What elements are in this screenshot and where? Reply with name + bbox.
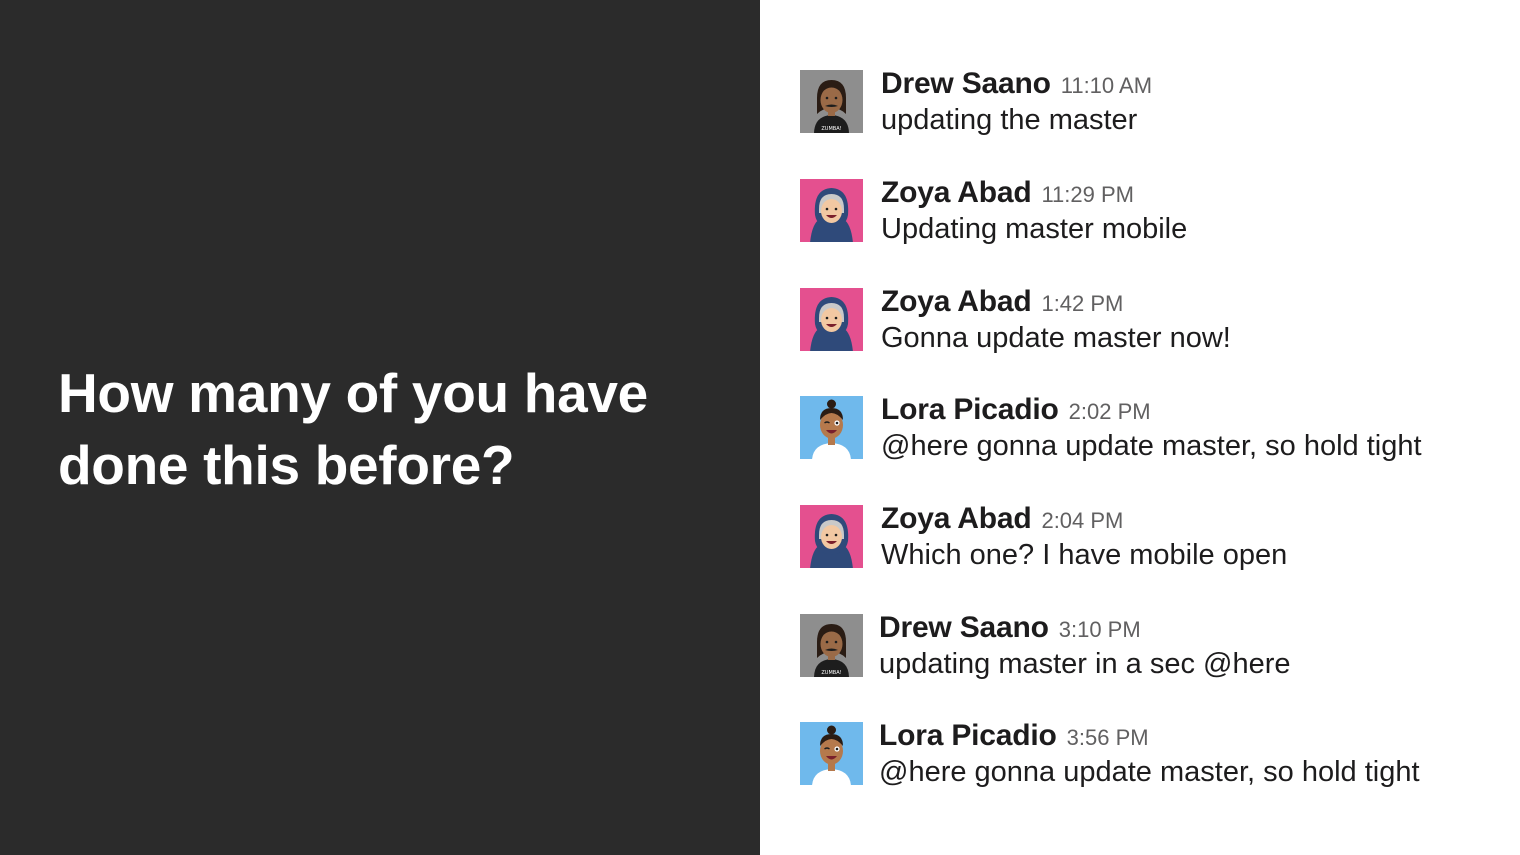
author-name[interactable]: Drew Saano xyxy=(881,67,1051,100)
timestamp[interactable]: 2:02 PM xyxy=(1069,399,1151,424)
zoya-avatar[interactable] xyxy=(800,505,863,568)
message-header: Lora Picadio 2:02 PM xyxy=(881,392,1151,433)
message-header: Zoya Abad 2:04 PM xyxy=(881,501,1123,542)
zoya-avatar[interactable] xyxy=(800,179,863,242)
drew-avatar[interactable]: ZUMBA! xyxy=(800,70,863,133)
author-name[interactable]: Lora Picadio xyxy=(881,393,1059,426)
author-name[interactable]: Zoya Abad xyxy=(881,285,1032,318)
message-text: @here gonna update master, so hold tight xyxy=(881,430,1422,462)
timestamp[interactable]: 2:04 PM xyxy=(1041,508,1123,533)
message-header: Drew Saano 11:10 AM xyxy=(881,66,1152,107)
author-name[interactable]: Lora Picadio xyxy=(879,719,1057,752)
message-item: ZUMBA! Drew Saano 11:10 AM updating the m… xyxy=(800,67,1505,140)
headline-line-2: done this before? xyxy=(58,434,515,496)
timestamp[interactable]: 1:42 PM xyxy=(1041,291,1123,316)
message-item: Lora Picadio 2:02 PM @here gonna update m… xyxy=(800,393,1505,466)
message-text: Which one? I have mobile open xyxy=(881,539,1288,571)
message-header: Zoya Abad 11:29 PM xyxy=(881,175,1134,216)
drew-avatar-icon: ZUMBA! xyxy=(800,614,863,677)
lora-avatar[interactable] xyxy=(800,722,863,785)
message-text: Updating master mobile xyxy=(881,213,1188,245)
timestamp[interactable]: 11:29 PM xyxy=(1041,182,1134,207)
author-name[interactable]: Zoya Abad xyxy=(881,502,1032,535)
message-header: Zoya Abad 1:42 PM xyxy=(881,284,1123,325)
headline-line-1: How many of you have xyxy=(58,362,648,424)
timestamp[interactable]: 11:10 AM xyxy=(1061,73,1152,98)
lora-avatar-icon xyxy=(800,722,863,785)
zoya-avatar-icon xyxy=(800,288,863,351)
message-item: Lora Picadio 3:56 PM @here gonna update m… xyxy=(800,719,1505,792)
message-text: Gonna update master now! xyxy=(881,322,1231,354)
drew-shirt-text: ZUMBA! xyxy=(821,670,841,676)
message-header: Drew Saano 3:10 PM xyxy=(879,610,1141,651)
zoya-avatar-icon xyxy=(800,179,863,242)
timestamp[interactable]: 3:10 PM xyxy=(1059,617,1141,642)
zoya-avatar-icon xyxy=(800,505,863,568)
message-text: updating the master xyxy=(881,104,1138,136)
message-list: ZUMBA! Drew Saano 11:10 AM updating the m… xyxy=(760,0,1520,855)
drew-avatar[interactable]: ZUMBA! xyxy=(800,614,863,677)
drew-shirt-text: ZUMBA! xyxy=(821,126,841,132)
headline: How many of you have done this before? xyxy=(58,357,718,501)
message-item: Zoya Abad 2:04 PM Which one? I have mobil… xyxy=(800,502,1505,575)
left-panel: How many of you have done this before? xyxy=(0,0,760,855)
drew-avatar-icon: ZUMBA! xyxy=(800,70,863,133)
message-item: Zoya Abad 1:42 PM Gonna update master now… xyxy=(800,285,1505,358)
author-name[interactable]: Zoya Abad xyxy=(881,176,1032,209)
message-text: @here gonna update master, so hold tight xyxy=(879,756,1420,788)
lora-avatar[interactable] xyxy=(800,396,863,459)
message-text: updating master in a sec @here xyxy=(879,648,1291,680)
zoya-avatar[interactable] xyxy=(800,288,863,351)
message-item: ZUMBA! Drew Saano 3:10 PM updating master… xyxy=(800,611,1505,684)
message-item: Zoya Abad 11:29 PM Updating master mobile xyxy=(800,176,1505,249)
lora-avatar-icon xyxy=(800,396,863,459)
timestamp[interactable]: 3:56 PM xyxy=(1067,725,1149,750)
message-header: Lora Picadio 3:56 PM xyxy=(879,718,1149,759)
author-name[interactable]: Drew Saano xyxy=(879,611,1049,644)
